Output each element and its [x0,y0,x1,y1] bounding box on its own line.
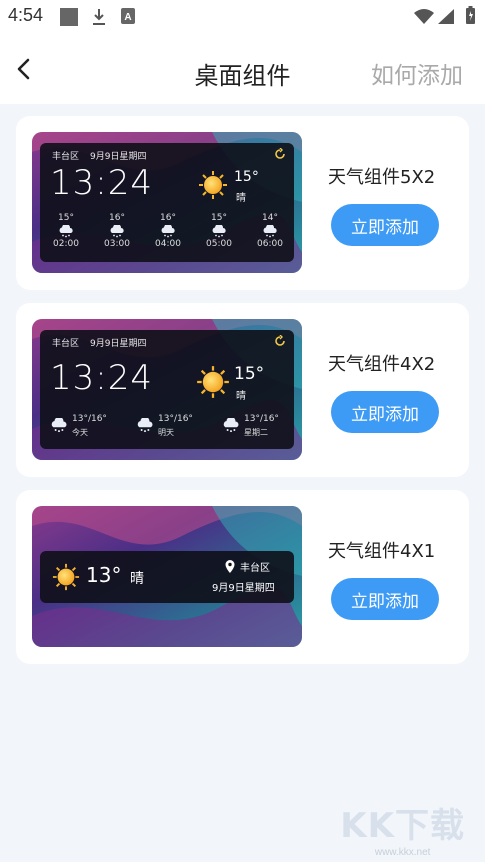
sun-icon [199,171,227,199]
font-icon: A [121,8,135,28]
wifi-icon [414,9,434,28]
refresh-icon [275,148,285,159]
location-label: 丰台区 [52,152,80,162]
top-bar: 桌面组件 如何添加 [0,34,485,104]
add-widget-button[interactable]: 立即添加 [331,578,439,620]
add-widget-button[interactable]: 立即添加 [331,204,439,246]
daily-label: 星期二 [244,428,268,437]
hourly-time: 02:00 [53,239,79,249]
location-pin-icon [225,560,235,573]
sun-icon [52,563,80,591]
hourly-temp: 15° [58,213,74,223]
hourly-item: 16° 03:00 [97,213,137,249]
current-temp: 15° [234,169,259,185]
widget-name: 天气组件5X2 [328,167,436,188]
widget-preview: 13° 晴 丰台区 9月9日星期四 [32,506,302,647]
hourly-time: 03:00 [104,239,130,249]
status-time: 4:54 [8,5,44,25]
daily-temp: 13°/16° [72,414,107,424]
snow-cloud-icon [51,418,67,433]
hourly-item: 15° 02:00 [46,213,86,249]
how-to-add-link[interactable]: 如何添加 [371,56,463,90]
snow-cloud-icon [137,418,153,433]
watermark: KK下载 www.kkx.net [340,798,465,858]
widget-card-4x1: 13° 晴 丰台区 9月9日星期四 天气组件4X1 立即添加 [16,490,469,664]
hourly-temp: 16° [160,213,176,223]
daily-label: 明天 [158,428,174,437]
current-temp: 15° [234,364,265,384]
current-condition: 晴 [236,193,246,204]
snow-cloud-icon [263,225,277,238]
weather-panel: 丰台区 9月9日星期四 13:24 15° 晴 15° 02:00 16° 03… [40,143,294,262]
current-condition: 晴 [236,391,246,402]
snow-cloud-icon [59,225,73,238]
current-condition: 晴 [130,571,144,587]
snow-cloud-icon [161,225,175,238]
widget-preview: 丰台区 9月9日星期四 13:24 15° 晴 13°/16° 今天 13°/1… [32,319,302,460]
widget-preview: 丰台区 9月9日星期四 13:24 15° 晴 15° 02:00 16° 03… [32,132,302,273]
square-icon [60,8,78,30]
svg-text:A: A [124,12,131,23]
watermark-url: www.kkx.net [374,847,431,858]
hourly-item: 16° 04:00 [148,213,188,249]
widget-card-5x2: 丰台区 9月9日星期四 13:24 15° 晴 15° 02:00 16° 03… [16,116,469,290]
snow-cloud-icon [212,225,226,238]
refresh-icon [275,335,285,346]
date-label: 9月9日星期四 [90,152,147,162]
watermark-logo: KK下载 [340,806,465,846]
clock-time: 13:24 [50,358,153,398]
clock-time: 13:24 [50,163,153,203]
location-label: 丰台区 [240,563,270,574]
weather-panel: 丰台区 9月9日星期四 13:24 15° 晴 13°/16° 今天 13°/1… [40,330,294,449]
weather-strip: 13° 晴 丰台区 9月9日星期四 [40,551,294,603]
date-label: 9月9日星期四 [90,339,147,349]
hourly-item: 15° 05:00 [199,213,239,249]
hourly-time: 04:00 [155,239,181,249]
snow-cloud-icon [223,418,239,433]
widget-card-4x2: 丰台区 9月9日星期四 13:24 15° 晴 13°/16° 今天 13°/1… [16,303,469,477]
battery-icon [466,6,475,28]
daily-label: 今天 [72,428,88,437]
download-icon [92,8,106,30]
hourly-temp: 14° [262,213,278,223]
widget-name: 天气组件4X1 [328,541,436,562]
daily-temp: 13°/16° [244,414,279,424]
signal-icon [438,9,454,28]
add-widget-button[interactable]: 立即添加 [331,391,439,433]
snow-cloud-icon [110,225,124,238]
hourly-time: 06:00 [257,239,283,249]
hourly-temp: 16° [109,213,125,223]
hourly-item: 14° 06:00 [250,213,290,249]
current-temp: 13° [86,563,122,587]
hourly-time: 05:00 [206,239,232,249]
location-label: 丰台区 [52,339,80,349]
widget-name: 天气组件4X2 [328,354,436,375]
date-label: 9月9日星期四 [212,583,275,594]
daily-temp: 13°/16° [158,414,193,424]
hourly-temp: 15° [211,213,227,223]
sun-icon [197,366,229,398]
status-bar: 4:54 A [0,0,485,34]
